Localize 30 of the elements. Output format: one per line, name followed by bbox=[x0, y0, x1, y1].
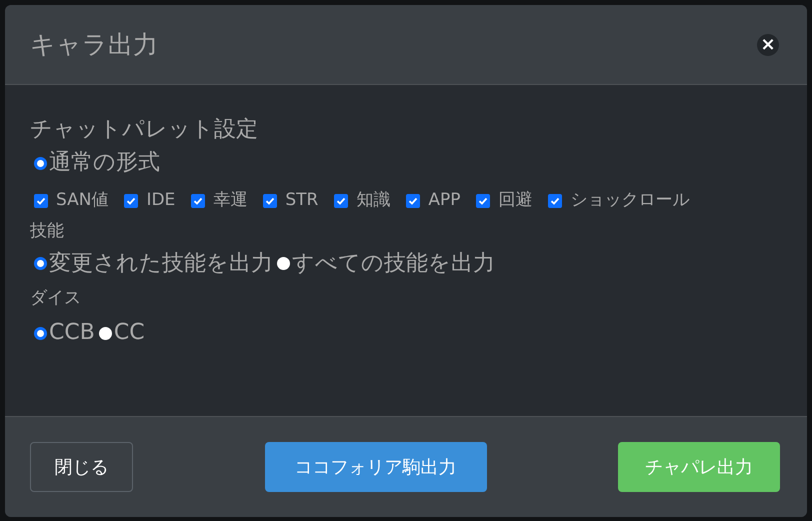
checkbox-label: IDE bbox=[146, 190, 176, 210]
radio-button[interactable] bbox=[34, 326, 47, 340]
radio-label: CCB bbox=[49, 319, 95, 347]
checkbox-label: SAN値 bbox=[56, 190, 108, 210]
radio-label: 通常の形式 bbox=[49, 149, 160, 177]
checkbox-label: 幸運 bbox=[213, 190, 248, 210]
checkbox[interactable] bbox=[406, 194, 420, 208]
radio-label: すべての技能を出力 bbox=[292, 250, 495, 278]
dialog-title: キャラ出力 bbox=[30, 28, 158, 61]
checkbox-label: 回避 bbox=[498, 190, 532, 210]
checkbox[interactable] bbox=[191, 194, 206, 208]
checkbox-label: STR bbox=[285, 190, 318, 210]
checkbox-label: ショックロール bbox=[570, 190, 690, 210]
radio-button[interactable] bbox=[34, 156, 47, 170]
section-heading: ダイス bbox=[30, 287, 82, 310]
radio-button[interactable] bbox=[34, 257, 47, 270]
checkbox-label: APP bbox=[428, 190, 460, 210]
checkbox-label: 知識 bbox=[356, 190, 390, 210]
checkbox[interactable] bbox=[263, 194, 278, 208]
checkbox[interactable] bbox=[548, 194, 562, 208]
checkbox[interactable] bbox=[476, 194, 490, 208]
checkbox[interactable] bbox=[124, 194, 138, 208]
radio-label: 変更された技能を出力 bbox=[49, 250, 273, 278]
section-heading: 技能 bbox=[30, 220, 65, 242]
checkbox[interactable] bbox=[34, 194, 48, 208]
checkbox[interactable] bbox=[334, 194, 348, 208]
close-button[interactable]: × bbox=[757, 34, 779, 56]
radio-label: CC bbox=[114, 319, 145, 347]
section-heading: チャットパレット設定 bbox=[30, 116, 259, 144]
dialog-button[interactable]: 閉じる bbox=[30, 442, 133, 492]
